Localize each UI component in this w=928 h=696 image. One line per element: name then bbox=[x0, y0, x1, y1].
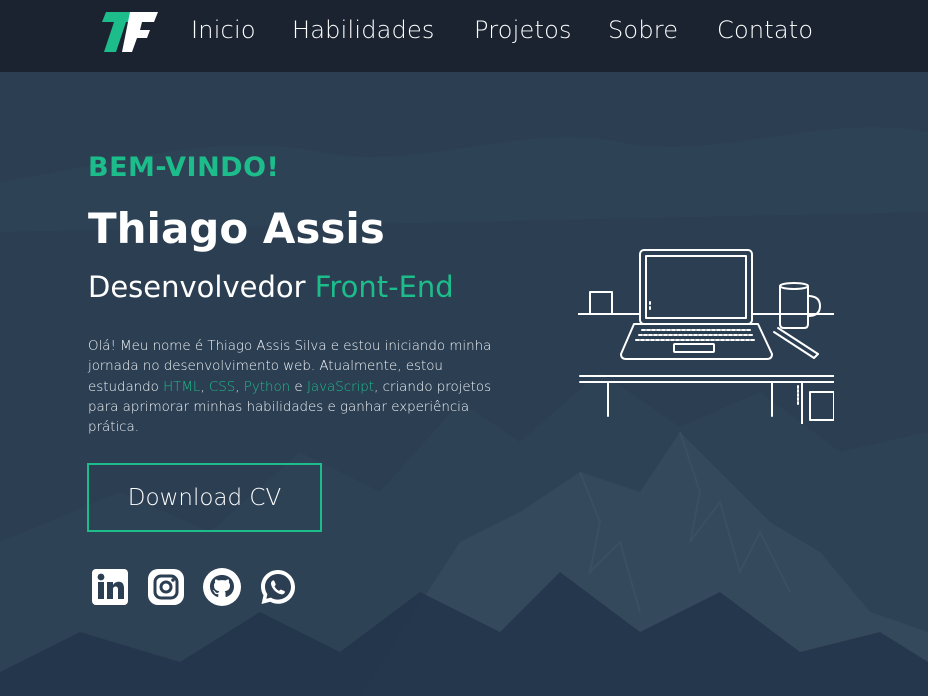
hero-name: Thiago Assis bbox=[88, 204, 385, 253]
bio-sep-1: , bbox=[200, 379, 209, 395]
whatsapp-icon bbox=[261, 570, 295, 604]
welcome-heading: BEM-VINDO! bbox=[88, 152, 280, 183]
instagram-icon bbox=[148, 569, 184, 605]
nav-link-sobre[interactable]: Sobre bbox=[608, 16, 678, 44]
nav-link-projetos[interactable]: Projetos bbox=[474, 16, 572, 44]
download-cv-button[interactable]: Download CV bbox=[87, 463, 322, 532]
bio-highlight-css: CSS bbox=[208, 379, 236, 395]
github-link[interactable] bbox=[202, 567, 242, 607]
bio-highlight-python: Python bbox=[243, 379, 291, 395]
nav-link-habilidades[interactable]: Habilidades bbox=[292, 16, 435, 44]
bio-highlight-javascript: JavaScript bbox=[306, 379, 375, 395]
linkedin-link[interactable] bbox=[90, 567, 130, 607]
github-icon bbox=[203, 568, 241, 606]
nav-link-contato[interactable]: Contato bbox=[717, 16, 813, 44]
bio-sep-2: , bbox=[235, 379, 244, 395]
nav-link-inicio[interactable]: Inicio bbox=[191, 16, 256, 44]
hero-bio: Olá! Meu nome é Thiago Assis Silva e est… bbox=[88, 337, 498, 438]
brand-logo-icon[interactable] bbox=[100, 10, 160, 56]
bio-sep-3: e bbox=[290, 379, 307, 395]
instagram-link[interactable] bbox=[146, 567, 186, 607]
whatsapp-link[interactable] bbox=[258, 567, 298, 607]
bio-highlight-html: HTML bbox=[163, 379, 201, 395]
hero-role: Desenvolvedor Front-End bbox=[88, 270, 454, 304]
desk-laptop-illustration bbox=[578, 249, 834, 424]
role-accent: Front-End bbox=[314, 270, 454, 304]
role-prefix: Desenvolvedor bbox=[88, 270, 306, 304]
linkedin-icon bbox=[92, 569, 128, 605]
social-links bbox=[90, 567, 298, 607]
top-navbar: Inicio Habilidades Projetos Sobre Contat… bbox=[0, 0, 928, 72]
